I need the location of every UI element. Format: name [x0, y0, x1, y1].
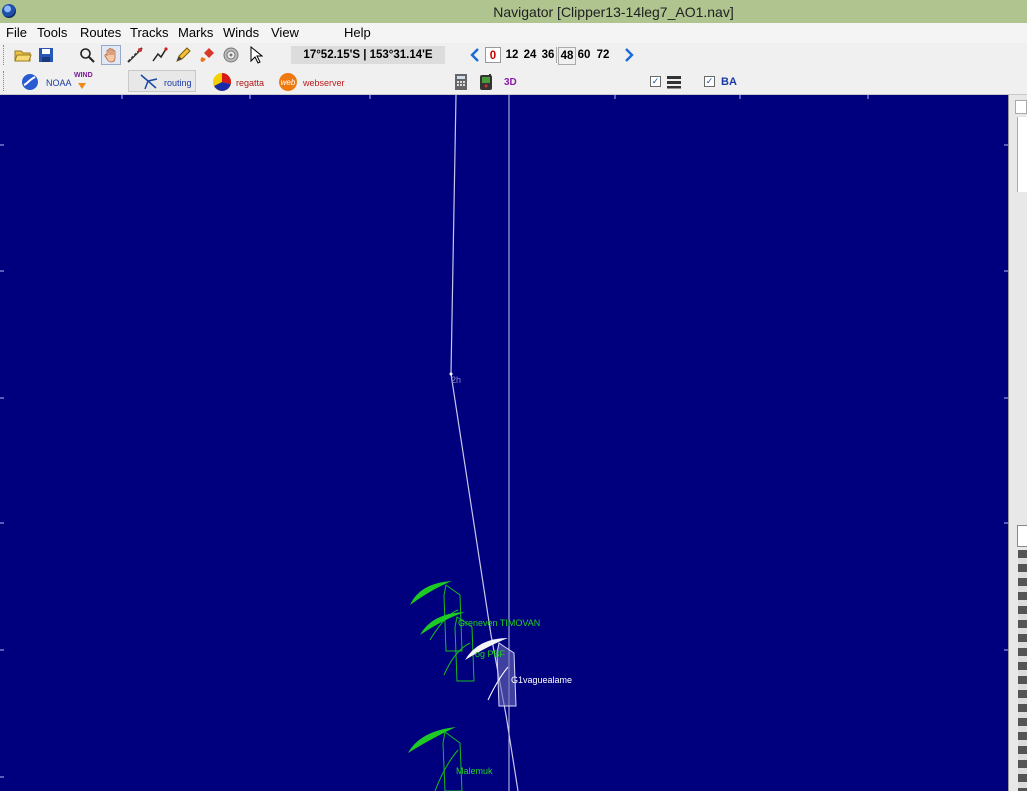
paint-icon[interactable] — [197, 45, 217, 65]
noaa-icon[interactable] — [20, 72, 40, 92]
webserver-label[interactable]: webserver — [303, 78, 345, 88]
layers-icon[interactable] — [664, 72, 684, 92]
hour-12[interactable]: 12 — [504, 47, 520, 63]
menu-routes[interactable]: Routes — [80, 25, 121, 40]
boat-label[interactable]: G1vaguealame — [511, 675, 572, 685]
hour-0[interactable]: 0 — [485, 47, 501, 63]
chevron-left-icon[interactable] — [465, 45, 485, 65]
panel-tab[interactable] — [1015, 100, 1027, 114]
ba-label: BA — [721, 76, 737, 88]
coordinate-readout: 17°52.15'S | 153°31.14'E — [291, 46, 445, 64]
chart-canvas[interactable]: 2h Greneven TIMOVAN og PBF G1vaguealame … — [0, 95, 1008, 791]
menu-tracks[interactable]: Tracks — [130, 25, 169, 40]
boat-label[interactable]: Malemuk — [456, 766, 493, 776]
calculator-icon[interactable] — [451, 72, 471, 92]
menu-tools[interactable]: Tools — [37, 25, 67, 40]
menu-bar: File Tools Routes Tracks Marks Winds Vie… — [0, 23, 1027, 43]
hour-24[interactable]: 24 — [522, 47, 538, 63]
ba-checkbox[interactable]: ✓ — [704, 76, 715, 87]
boat-malemuk — [408, 727, 463, 791]
hour-48[interactable]: 48 — [558, 47, 576, 65]
menu-marks[interactable]: Marks — [178, 25, 213, 40]
chevron-right-icon[interactable] — [619, 45, 639, 65]
layers-checkbox[interactable]: ✓ — [650, 76, 661, 87]
menu-help[interactable]: Help — [344, 25, 371, 40]
zoom-icon[interactable] — [77, 45, 97, 65]
menu-file[interactable]: File — [6, 25, 27, 40]
route-icon[interactable] — [149, 45, 169, 65]
menu-view[interactable]: View — [271, 25, 299, 40]
save-icon[interactable] — [36, 45, 56, 65]
hour-72[interactable]: 72 — [595, 47, 611, 63]
title-bar: Navigator [Clipper13-14leg7_AO1.nav] — [0, 0, 1027, 23]
target-icon[interactable] — [221, 45, 241, 65]
panel-list[interactable] — [1018, 550, 1027, 791]
toolbar-grip[interactable] — [3, 71, 7, 91]
boat-label[interactable]: Greneven TIMOVAN — [458, 618, 540, 628]
hour-36[interactable]: 36 — [540, 47, 557, 63]
gps-device-icon[interactable] — [476, 72, 496, 92]
toolbar-grip[interactable] — [3, 45, 7, 65]
plugin-toolbar: NOAA WIND routing regatta web webserver … — [0, 68, 1027, 95]
routing-icon — [139, 71, 159, 91]
routing-tab[interactable]: routing — [128, 70, 196, 92]
pointer-icon[interactable] — [246, 45, 266, 65]
3d-button[interactable]: 3D — [504, 77, 517, 88]
hour-60[interactable]: 60 — [576, 47, 592, 63]
regatta-label[interactable]: regatta — [236, 78, 264, 88]
panel-area — [1017, 117, 1027, 192]
svg-text:web: web — [281, 78, 296, 87]
panel-field[interactable] — [1017, 525, 1027, 547]
webserver-icon[interactable]: web — [278, 72, 298, 92]
pencil-icon[interactable] — [173, 45, 193, 65]
open-folder-icon[interactable] — [13, 45, 33, 65]
routing-label: routing — [164, 78, 192, 88]
boat-label[interactable]: og PBF — [475, 649, 505, 659]
regatta-icon[interactable] — [212, 72, 232, 92]
menu-winds[interactable]: Winds — [223, 25, 259, 40]
main-toolbar: 17°52.15'S | 153°31.14'E 0 12 24 36 48 6… — [0, 43, 1027, 68]
wind-label: WIND — [74, 72, 93, 79]
window-title: Navigator [Clipper13-14leg7_AO1.nav] — [493, 4, 734, 20]
pan-hand-icon[interactable] — [101, 45, 121, 65]
noaa-label[interactable]: NOAA — [46, 78, 72, 88]
measure-icon[interactable] — [125, 45, 145, 65]
waypoint-label: 2h — [451, 375, 462, 385]
side-panel[interactable] — [1008, 95, 1027, 791]
